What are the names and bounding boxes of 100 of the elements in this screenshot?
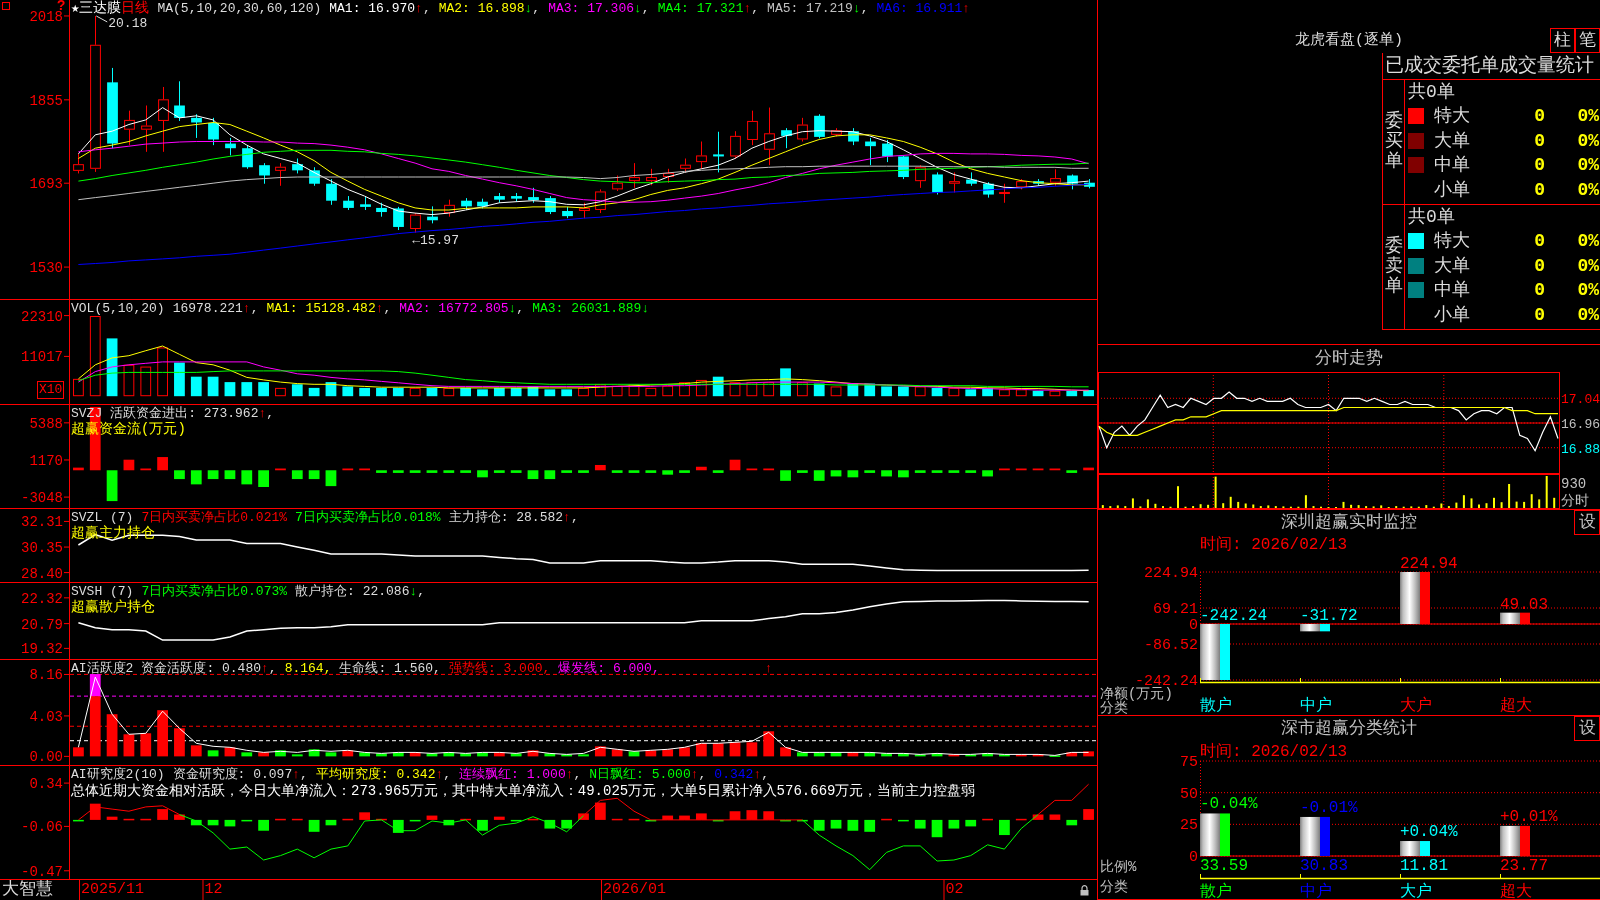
fund-flow-bar bbox=[931, 470, 943, 473]
activity-bar bbox=[409, 752, 421, 757]
axis-title: 分类 bbox=[1100, 879, 1128, 895]
period-label: 日线 bbox=[121, 1, 150, 16]
candlestick bbox=[663, 168, 674, 184]
category-bar bbox=[1200, 813, 1230, 856]
activity-bar bbox=[376, 753, 387, 757]
axis-tick-label: 0.34 bbox=[29, 776, 63, 793]
fund-flow-bar bbox=[578, 470, 589, 473]
fund-flow-bar bbox=[662, 470, 674, 475]
volume-bar bbox=[359, 387, 370, 397]
candlestick bbox=[696, 141, 707, 170]
lock-icon bbox=[1080, 885, 1089, 896]
activity-bar bbox=[392, 752, 404, 757]
change-label: -0.01% bbox=[1300, 798, 1358, 817]
axis-tick-label: 1855 bbox=[29, 92, 63, 109]
indicator-reading: MA2: 16772.805↓, bbox=[399, 301, 525, 316]
volume-bar bbox=[140, 366, 152, 397]
candlestick bbox=[124, 110, 135, 146]
fund-flow-bar bbox=[611, 470, 623, 473]
volume-bar bbox=[376, 387, 387, 397]
research-bar bbox=[982, 818, 993, 821]
research-bar bbox=[359, 812, 370, 820]
view-toggle-button[interactable]: 柱 bbox=[1550, 28, 1575, 53]
candlestick bbox=[292, 158, 303, 174]
axis-tick-label: 20.79 bbox=[21, 616, 63, 633]
activity-bar bbox=[645, 750, 657, 757]
scale-toggle-button[interactable]: X10 bbox=[37, 381, 65, 399]
research-bar bbox=[207, 819, 219, 826]
change-label: +0.04% bbox=[1400, 823, 1458, 842]
research-bar bbox=[695, 813, 707, 820]
volume-bar bbox=[982, 387, 993, 397]
volume-bar bbox=[460, 387, 472, 397]
fund-flow-bar bbox=[746, 468, 758, 471]
candlestick bbox=[73, 153, 84, 174]
settings-button[interactable]: 设 bbox=[1574, 716, 1600, 741]
axis-tick-label: 69.21 bbox=[1153, 601, 1198, 618]
order-size-label: 中单 bbox=[1434, 279, 1471, 302]
candlestick bbox=[562, 206, 573, 219]
candlestick bbox=[528, 187, 539, 204]
activity-bar bbox=[914, 754, 926, 757]
volume-bar bbox=[544, 389, 556, 397]
research-bar bbox=[392, 819, 404, 833]
research-bar bbox=[898, 819, 909, 822]
activity-bar bbox=[73, 747, 84, 757]
volume-bar bbox=[123, 364, 135, 397]
axis-tick-label: 8.16 bbox=[29, 667, 63, 684]
volume-bar bbox=[914, 386, 926, 397]
research-bar bbox=[830, 819, 842, 829]
volume-bar bbox=[847, 383, 859, 397]
candlestick bbox=[831, 127, 842, 137]
fund-flow-bar bbox=[123, 459, 135, 471]
activity-bar bbox=[830, 752, 842, 757]
table-title: 已成交委托单成交量统计 bbox=[1383, 53, 1600, 80]
research-bar bbox=[999, 819, 1010, 836]
research-bar bbox=[106, 816, 118, 820]
volume-bar bbox=[561, 389, 573, 397]
scale-label: 930 bbox=[1561, 476, 1587, 492]
volume-bar bbox=[1015, 389, 1027, 397]
research-bar bbox=[409, 819, 421, 822]
candlestick bbox=[259, 162, 270, 185]
research-bar bbox=[493, 816, 505, 820]
axis-tick-label: 4.03 bbox=[29, 708, 63, 725]
axis-title: 分时 bbox=[1561, 493, 1589, 509]
activity-bar bbox=[881, 753, 892, 757]
fund-flow-bar bbox=[510, 470, 522, 473]
volume-bar bbox=[594, 384, 606, 397]
value-label: 11.81 bbox=[1400, 857, 1448, 875]
volume-bar bbox=[510, 387, 522, 397]
candlestick bbox=[225, 137, 236, 156]
order-size-label: 大单 bbox=[1434, 129, 1471, 152]
axis-tick-label: 0 bbox=[1189, 617, 1198, 634]
volume-bar bbox=[712, 376, 724, 397]
candlestick bbox=[797, 117, 808, 142]
view-toggle-button[interactable]: 笔 bbox=[1575, 28, 1600, 53]
indicator-reading: 强势线: 3.000, bbox=[448, 661, 551, 676]
research-bar bbox=[224, 819, 236, 827]
indicator-reading: AI研究度2(10) bbox=[71, 767, 165, 782]
indicator-reading: MA3: 17.306↓, bbox=[548, 1, 650, 16]
research-bar bbox=[460, 818, 472, 821]
timestamp-label: 时间: 2026/02/13 bbox=[1200, 743, 1348, 761]
volume-bar bbox=[864, 383, 876, 397]
timestamp-label: 时间: 2026/02/13 bbox=[1200, 536, 1348, 554]
activity-bar bbox=[965, 754, 977, 757]
activity-bar bbox=[797, 752, 808, 757]
category-bar bbox=[1400, 572, 1430, 624]
order-percent: 0% bbox=[1576, 129, 1599, 152]
research-bar bbox=[157, 809, 168, 820]
indicator-reading: 资金研究度: 0.097↑, bbox=[172, 767, 308, 782]
analysis-summary: 总体近期大资金相对活跃，今日大单净流入：273.965万元，其中特大单净流入：49.025万元，大单5日累计净入576.669万元，当前主力控盘弱 bbox=[71, 782, 976, 801]
indicator-reading: MA1: 16.970↑, bbox=[329, 1, 431, 16]
research-bar bbox=[426, 815, 438, 820]
panel-title: 深圳超赢实时监控 bbox=[1281, 512, 1417, 533]
volume-bar bbox=[1032, 390, 1044, 397]
volume-bar bbox=[392, 387, 404, 397]
candlestick bbox=[932, 171, 943, 196]
fund-flow-bar bbox=[1066, 470, 1078, 473]
panel-title: 分时走势 bbox=[1315, 348, 1383, 369]
fund-flow-bar bbox=[628, 470, 640, 473]
settings-button[interactable]: 设 bbox=[1574, 510, 1600, 535]
